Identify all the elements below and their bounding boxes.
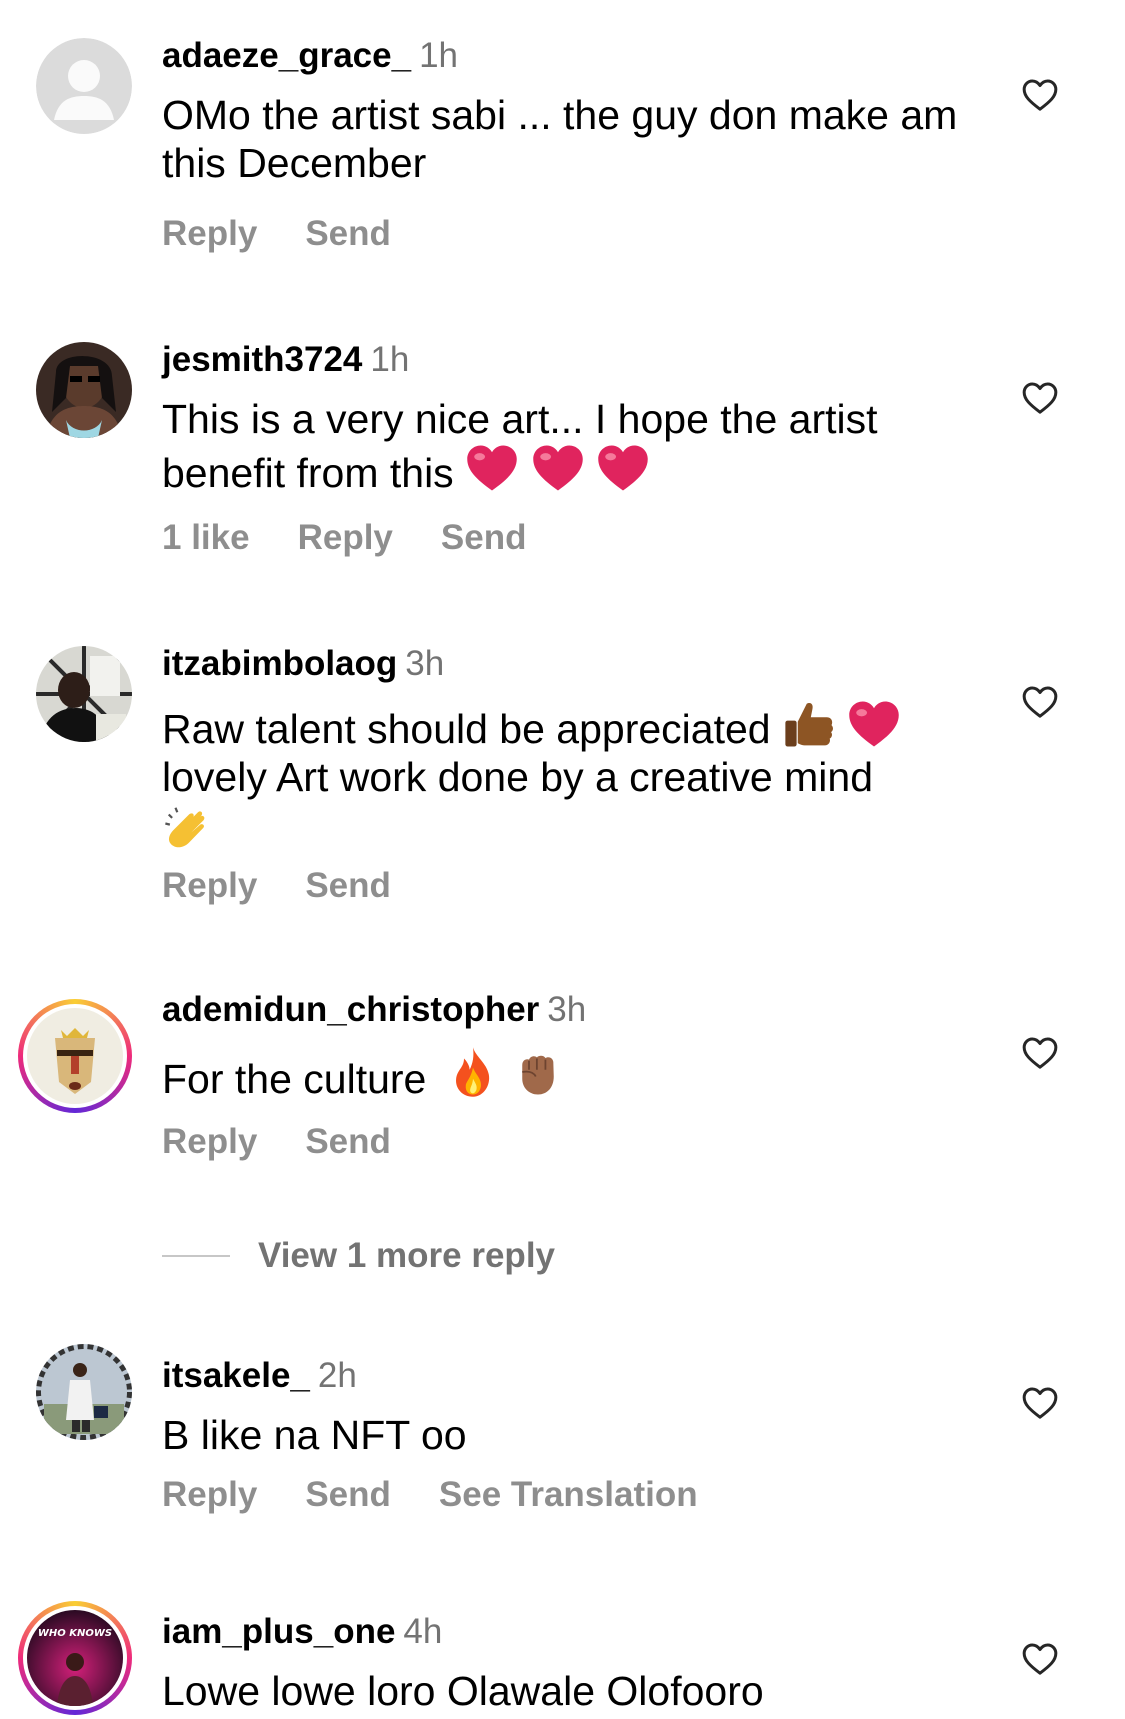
album-art-icon: WHO KNOWS <box>27 1610 123 1706</box>
comment-text-line1: Raw talent should be appreciated <box>162 706 771 752</box>
avatar-itsakele[interactable] <box>36 1344 132 1440</box>
timestamp: 4h <box>403 1612 443 1651</box>
comment-text-content: For the culture <box>162 1056 427 1102</box>
comment-text: Lowe lowe loro Olawale Olofooro <box>162 1668 764 1714</box>
avatar-caption: WHO KNOWS <box>38 1628 112 1639</box>
default-avatar-icon <box>36 38 132 134</box>
timestamp: 3h <box>405 644 445 683</box>
comment-text: For the culture <box>162 1045 962 1103</box>
timestamp: 2h <box>317 1356 357 1395</box>
username[interactable]: iam_plus_one <box>162 1612 395 1651</box>
comment-meta: ademidun_christopher 3h <box>162 990 586 1030</box>
timestamp: 1h <box>370 340 410 379</box>
view-more-replies-label: View 1 more reply <box>258 1236 556 1275</box>
reply-button[interactable]: Reply <box>162 1475 257 1514</box>
divider-line <box>162 1255 230 1257</box>
reply-button[interactable]: Reply <box>162 866 257 905</box>
comment-actions: Reply Send <box>162 1122 439 1162</box>
timestamp: 1h <box>419 36 459 75</box>
username[interactable]: itsakele_ <box>162 1356 310 1395</box>
comment-actions: Reply Send See Translation <box>162 1475 746 1515</box>
comment-meta: iam_plus_one 4h <box>162 1612 442 1652</box>
comment-text: Raw talent should be appreciated lovely … <box>162 699 962 859</box>
like-heart-icon[interactable] <box>1020 1383 1060 1423</box>
reply-button[interactable]: Reply <box>162 214 257 253</box>
comment-meta: itzabimbolaog 3h <box>162 644 444 684</box>
like-heart-icon[interactable] <box>1020 1639 1060 1679</box>
view-more-replies-button[interactable]: View 1 more reply <box>162 1236 555 1276</box>
reply-button[interactable]: Reply <box>162 1122 257 1161</box>
comment-actions: Reply Send <box>162 866 439 906</box>
timestamp: 3h <box>547 990 587 1029</box>
avatar-itzabimbolaog[interactable] <box>36 646 132 742</box>
like-heart-icon[interactable] <box>1020 378 1060 418</box>
avatar-story-ring[interactable]: WHO KNOWS <box>18 1601 132 1715</box>
heart-emoji <box>467 445 517 491</box>
comment-meta: jesmith3724 1h <box>162 340 409 380</box>
heart-emoji <box>849 701 900 747</box>
username[interactable]: itzabimbolaog <box>162 644 397 683</box>
avatar-default[interactable] <box>36 38 132 134</box>
send-button[interactable]: Send <box>441 518 527 557</box>
username[interactable]: jesmith3724 <box>162 340 362 379</box>
avatar-iam-plus-one: WHO KNOWS <box>27 1610 123 1706</box>
raised-fist-emoji <box>522 1055 554 1095</box>
thumbs-up-emoji <box>785 703 833 747</box>
profile-photo-icon <box>36 1344 132 1440</box>
clapping-hands-emoji <box>165 807 205 848</box>
comment-actions: 1 like Reply Send <box>162 518 574 558</box>
comment-meta: itsakele_ 2h <box>162 1356 357 1396</box>
fire-emoji <box>455 1047 489 1097</box>
like-heart-icon[interactable] <box>1020 1033 1060 1073</box>
see-translation-button[interactable]: See Translation <box>439 1475 698 1514</box>
avatar-ademidun-christopher <box>27 1008 123 1104</box>
heart-emoji <box>598 445 648 491</box>
send-button[interactable]: Send <box>305 214 391 253</box>
username[interactable]: ademidun_christopher <box>162 990 539 1029</box>
comment-text-line2: lovely Art work done by a creative mind <box>162 754 873 800</box>
comment-meta: adaeze_grace_ 1h <box>162 36 458 76</box>
profile-photo-icon <box>36 342 132 438</box>
avatar-jesmith3724[interactable] <box>36 342 132 438</box>
reply-button[interactable]: Reply <box>298 518 393 557</box>
send-button[interactable]: Send <box>305 866 391 905</box>
username[interactable]: adaeze_grace_ <box>162 36 411 75</box>
comment-text: B like na NFT oo <box>162 1412 467 1458</box>
comment-text-content: This is a very nice art... I hope the ar… <box>162 396 878 496</box>
like-heart-icon[interactable] <box>1020 682 1060 722</box>
avatar-story-ring[interactable] <box>18 999 132 1113</box>
comment-text: OMo the artist sabi ... the guy don make… <box>162 92 958 186</box>
profile-photo-icon <box>36 646 132 742</box>
send-button[interactable]: Send <box>305 1475 391 1514</box>
mask-art-icon <box>27 1008 123 1104</box>
like-heart-icon[interactable] <box>1020 75 1060 115</box>
comment-actions: Reply Send <box>162 214 439 254</box>
heart-emoji <box>532 445 583 491</box>
send-button[interactable]: Send <box>305 1122 391 1161</box>
comment-text: This is a very nice art... I hope the ar… <box>162 395 962 497</box>
likes-count[interactable]: 1 like <box>162 518 250 557</box>
